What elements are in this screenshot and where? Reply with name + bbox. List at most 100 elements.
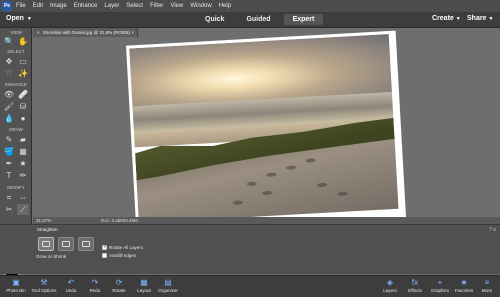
organizer-button[interactable]: ▤ Organizer — [155, 278, 181, 297]
tool-options-panel: Straighten ? ≡ Grow or Shrink Rotate All… — [0, 224, 500, 274]
layers-label: Layers — [383, 288, 397, 293]
app-logo-icon: Pe — [2, 1, 12, 11]
effects-button[interactable]: fx Effects — [402, 278, 428, 297]
close-tab-icon[interactable]: × — [131, 28, 134, 37]
graphics-button[interactable]: + Graphics — [427, 278, 453, 297]
create-label: Create — [432, 15, 454, 22]
menu-window[interactable]: Window — [190, 3, 211, 9]
hand-tool-icon[interactable]: ✋ — [17, 36, 29, 47]
document-title: Shoreline with Dunes.jpg @ 31.8% (RGB/8) — [42, 30, 130, 35]
section-select: SELECT — [7, 49, 25, 54]
menu-help[interactable]: Help — [219, 3, 231, 9]
autofill-edges-label: Autofill edges — [109, 253, 137, 258]
zoom-level: 31.67% — [36, 218, 52, 223]
rotate-all-layers-label: Rotate All Layers — [109, 245, 144, 250]
photo-bin-icon: ▣ — [12, 278, 20, 287]
rotate-all-layers-checkbox[interactable] — [102, 244, 107, 250]
zoom-tool-icon[interactable]: 🔍 — [3, 36, 15, 47]
crop-tool-icon[interactable]: ⌗ — [3, 192, 15, 203]
redo-label: Redo — [89, 288, 101, 293]
healing-brush-icon[interactable]: 🩹 — [17, 89, 29, 100]
open-button[interactable]: Open ▼ — [6, 15, 32, 22]
mode-tabs: Quick Guided Expert — [196, 14, 324, 25]
pencil-tool-icon[interactable]: ✏ — [17, 170, 29, 181]
original-size-button[interactable] — [78, 237, 94, 251]
create-button[interactable]: Create ▼ — [432, 15, 461, 22]
red-eye-tool-icon[interactable]: 👁 — [3, 89, 15, 100]
open-label: Open — [6, 15, 24, 22]
grow-or-shrink-button[interactable] — [38, 237, 54, 251]
more-icon: ≡ — [484, 278, 490, 287]
document-tab[interactable]: × Shoreline with Dunes.jpg @ 31.8% (RGB/8… — [33, 28, 138, 37]
photo-bin-label: Photo Bin — [6, 288, 26, 293]
document-size: Doc: 3.46M/3.46M — [101, 218, 138, 223]
menu-enhance[interactable]: Enhance — [74, 3, 98, 9]
share-button[interactable]: Share ▼ — [467, 15, 493, 22]
bottom-panel-bar: ▣ Photo Bin ⚒ Tool Options ↶ Undo ↷ Redo ⟳ Ro… — [0, 275, 500, 297]
clone-stamp-icon[interactable]: ⛁ — [17, 101, 29, 112]
menu-layer[interactable]: Layer — [104, 3, 119, 9]
layout-button[interactable]: ▦ Layout — [131, 278, 157, 297]
mode-bar: Open ▼ Quick Guided Expert Create ▼ Share ▼ — [0, 12, 500, 28]
section-enhance: ENHANCE — [4, 82, 27, 87]
autofill-edges-checkbox[interactable] — [102, 253, 107, 258]
smart-brush-icon[interactable]: 🖌 — [3, 101, 15, 112]
menu-edit[interactable]: Edit — [33, 3, 43, 9]
menu-select[interactable]: Select — [126, 3, 143, 9]
tab-expert[interactable]: Expert — [283, 14, 324, 25]
recompose-tool-icon[interactable]: ⇔ — [17, 192, 29, 203]
gradient-tool-icon[interactable]: ▦ — [17, 146, 29, 157]
menu-image[interactable]: Image — [50, 3, 67, 9]
chevron-down-icon: ▼ — [26, 16, 32, 22]
redo-icon: ↷ — [91, 278, 99, 287]
layers-icon: ◈ — [386, 278, 394, 287]
rotate-label: Rotate — [112, 288, 126, 293]
menu-filter[interactable]: Filter — [150, 3, 163, 9]
layout-icon: ▦ — [140, 278, 148, 287]
magic-wand-icon[interactable]: ✨ — [17, 68, 29, 79]
menu-file[interactable]: File — [16, 3, 26, 9]
paint-bucket-icon[interactable]: 🪣 — [3, 146, 15, 157]
menu-bar: Pe File Edit Image Enhance Layer Select … — [0, 0, 500, 12]
move-tool-icon[interactable]: ✥ — [3, 56, 15, 67]
tab-quick[interactable]: Quick — [196, 14, 233, 25]
undo-button[interactable]: ↶ Undo — [58, 278, 84, 297]
shape-tool-icon[interactable]: ★ — [17, 158, 29, 169]
share-label: Share — [467, 15, 487, 22]
section-draw: DRAW — [9, 127, 23, 132]
photoshop-elements-window: Pe File Edit Image Enhance Layer Select … — [0, 0, 500, 297]
layout-label: Layout — [137, 288, 151, 293]
type-tool-icon[interactable]: T — [3, 170, 15, 181]
rotate-button[interactable]: ⟳ Rotate — [106, 278, 132, 297]
beach-dune-photo — [129, 33, 398, 223]
marquee-tool-icon[interactable]: ▭ — [17, 56, 29, 67]
remove-background-button[interactable] — [58, 237, 74, 251]
chevron-down-icon: ▼ — [488, 16, 494, 22]
sponge-tool-icon[interactable]: ● — [17, 113, 29, 124]
undo-icon: ↶ — [67, 278, 75, 287]
lasso-tool-icon[interactable]: ➰ — [3, 68, 15, 79]
tool-options-button[interactable]: ⚒ Tool Options — [31, 278, 57, 297]
section-modify: MODIFY — [7, 185, 25, 190]
content-aware-move-icon[interactable]: ✂ — [3, 204, 15, 215]
close-icon[interactable]: × — [37, 30, 40, 35]
photo-bin-button[interactable]: ▣ Photo Bin — [3, 278, 29, 297]
eyedropper-tool-icon[interactable]: ✒ — [3, 158, 15, 169]
effects-icon: fx — [411, 278, 419, 287]
chevron-down-icon: ▼ — [455, 16, 461, 22]
menu-view[interactable]: View — [170, 3, 183, 9]
straightened-image[interactable] — [125, 30, 407, 233]
layers-button[interactable]: ◈ Layers — [377, 278, 403, 297]
straighten-tool-icon[interactable]: ⟋ — [17, 204, 29, 215]
more-button[interactable]: ≡ More — [474, 278, 500, 297]
section-view: VIEW — [10, 30, 22, 35]
more-label: More — [481, 288, 493, 293]
eraser-tool-icon[interactable]: ▰ — [17, 134, 29, 145]
tab-guided[interactable]: Guided — [237, 14, 279, 25]
panel-menu-icon[interactable]: ? ≡ — [489, 227, 496, 233]
redo-button[interactable]: ↷ Redo — [82, 278, 108, 297]
brush-tool-icon[interactable]: ✎ — [3, 134, 15, 145]
canvas-area[interactable]: × Shoreline with Dunes.jpg @ 31.8% (RGB/8… — [33, 28, 500, 233]
graphics-label: Graphics — [430, 288, 449, 293]
blur-tool-icon[interactable]: 💧 — [3, 113, 15, 124]
